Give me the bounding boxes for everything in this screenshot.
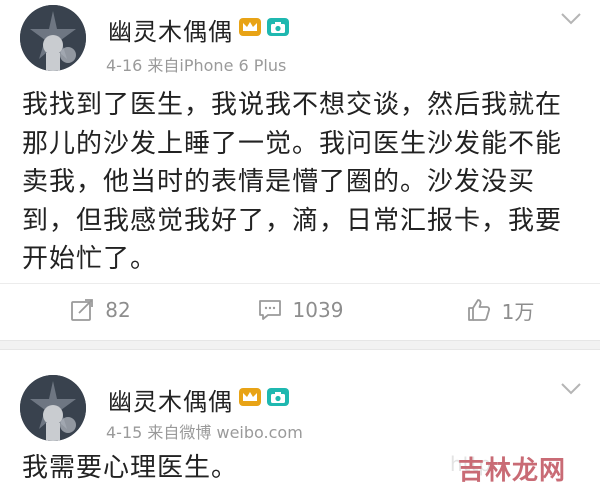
divider	[0, 283, 600, 284]
post-meta: 4-15 来自微博 weibo.com	[106, 423, 303, 442]
comment-icon	[258, 300, 281, 320]
repost-button[interactable]: 82	[0, 285, 200, 335]
site-watermark: 吉林龙网	[458, 456, 567, 486]
post-meta: 4-16 来自iPhone 6 Plus	[106, 56, 287, 75]
like-count: 1万	[501, 299, 535, 324]
comment-button[interactable]: 1039	[200, 285, 400, 335]
action-bar: 82 1039 1万	[0, 285, 600, 335]
comment-count: 1039	[292, 298, 344, 322]
author-badges	[238, 386, 290, 408]
camera-badge-icon	[267, 18, 289, 36]
post-text: 我需要心理医生。	[22, 453, 239, 483]
author-name[interactable]: 幽灵木偶偶	[108, 12, 233, 47]
crown-badge-icon	[239, 18, 261, 36]
post-text: 我找到了医生，我说我不想交谈，然后我就在那儿的沙发上睡了一觉。我问医生沙发能不能…	[22, 90, 563, 274]
repost-icon	[71, 299, 94, 321]
avatar[interactable]	[20, 375, 86, 441]
crown-badge-icon	[239, 388, 261, 406]
feed-separator	[0, 340, 600, 350]
author-badges	[238, 16, 290, 38]
like-icon	[467, 299, 490, 321]
avatar-image	[20, 375, 86, 441]
chevron-down-icon[interactable]	[560, 382, 582, 396]
repost-count: 82	[105, 298, 131, 322]
post-card: 幽灵木偶偶 4-16 来自iPhone 6 Plus 我找到了医生，我说我不想交…	[0, 0, 600, 340]
avatar-image	[20, 5, 86, 71]
author-name[interactable]: 幽灵木偶偶	[108, 382, 233, 417]
like-button[interactable]: 1万	[400, 285, 600, 335]
chevron-down-icon[interactable]	[560, 12, 582, 26]
camera-badge-icon	[267, 388, 289, 406]
avatar[interactable]	[20, 5, 86, 71]
